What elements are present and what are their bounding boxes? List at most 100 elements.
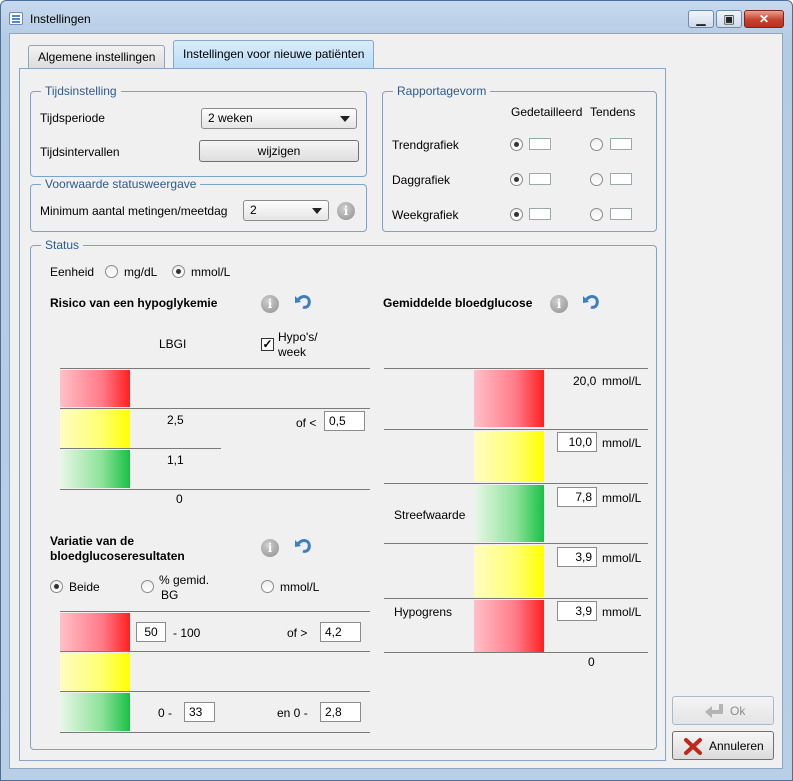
unit-mgdl-radio[interactable]: [105, 265, 118, 278]
hypos-threshold-input[interactable]: 0,5: [324, 411, 365, 431]
hypos-checkbox[interactable]: ✓: [261, 338, 274, 351]
pct-high-input[interactable]: 50: [136, 622, 166, 642]
group-title-voorwaarde: Voorwaarde statusweergave: [41, 177, 201, 191]
divider: [384, 543, 648, 544]
trendgrafiek-tendens-radio[interactable]: [590, 138, 603, 151]
variatie-pct-label-2: BG: [161, 588, 179, 602]
trendgrafiek-detail-radio[interactable]: [510, 138, 523, 151]
bg-value-4-input[interactable]: 3,9: [557, 547, 597, 567]
group-title-status: Status: [41, 238, 84, 252]
min-metingen-value: 2: [250, 203, 257, 217]
title-bar: Instellingen ▁ ▣ ✕: [1, 1, 792, 35]
tendens-graph-icon: [610, 138, 632, 150]
maximize-icon: ▣: [723, 12, 735, 26]
min-metingen-select[interactable]: 2: [243, 200, 329, 221]
weekgrafiek-detail-radio[interactable]: [510, 208, 523, 221]
tijdsperiode-select[interactable]: 2 weken: [201, 108, 357, 129]
bg-value-3-input[interactable]: 7,8: [557, 487, 597, 507]
info-icon[interactable]: i: [337, 202, 355, 220]
hypo-title: Risico van een hypoglykemie: [50, 296, 218, 310]
bg-unit-4: mmol/L: [602, 551, 642, 565]
group-status: Status Eenheid mg/dL mmol/L Risico van e…: [30, 238, 657, 750]
cancel-button[interactable]: Annuleren: [672, 731, 774, 760]
bg-low-bar: [474, 600, 544, 652]
tab-panel: Tijdsinstelling Tijdsperiode 2 weken Tij…: [19, 68, 666, 761]
maximize-button[interactable]: ▣: [716, 10, 742, 28]
bg-top-value: 20,0: [573, 374, 597, 388]
info-icon[interactable]: i: [261, 295, 279, 313]
bg-unit-1: mmol/L: [602, 374, 642, 388]
tijdsintervallen-label: Tijdsintervallen: [40, 145, 120, 159]
unit-mgdl-label: mg/dL: [124, 265, 158, 279]
divider: [384, 368, 648, 369]
of-gt-label: of >: [287, 626, 308, 640]
divider: [60, 611, 370, 612]
group-voorwaarde: Voorwaarde statusweergave Minimum aantal…: [30, 177, 367, 232]
mmol-high-input[interactable]: 4,2: [320, 622, 361, 642]
trendgrafiek-label: Trendgrafiek: [392, 138, 459, 152]
pct-high-suffix: - 100: [173, 626, 201, 640]
min-metingen-label: Minimum aantal metingen/meetdag: [40, 204, 228, 218]
mmol-low-input[interactable]: 2,8: [320, 702, 361, 722]
unit-mmol-radio[interactable]: [172, 265, 185, 278]
bg-value-5-input[interactable]: 3,9: [557, 601, 597, 621]
divider: [384, 429, 648, 430]
bg-zero: 0: [588, 655, 595, 669]
eenheid-label: Eenheid: [50, 265, 95, 279]
info-icon[interactable]: i: [550, 295, 568, 313]
detail-graph-icon: [529, 173, 551, 185]
variatie-mid-bar: [60, 653, 130, 691]
divider: [60, 691, 370, 692]
pct-low-input[interactable]: 33: [184, 702, 215, 722]
bg-unit-3: mmol/L: [602, 491, 642, 505]
ok-button[interactable]: Ok: [672, 696, 774, 725]
variatie-beide-radio[interactable]: [50, 580, 63, 593]
close-button[interactable]: ✕: [744, 10, 784, 28]
close-icon: ✕: [758, 12, 770, 26]
detail-graph-icon: [529, 138, 551, 150]
info-icon[interactable]: i: [261, 539, 279, 557]
variatie-high-bar: [60, 613, 130, 651]
variatie-pct-radio[interactable]: [141, 580, 154, 593]
col-gedetailleerd: Gedetailleerd: [511, 105, 583, 119]
tab-algemene-instellingen[interactable]: Algemene instellingen: [28, 45, 166, 69]
risk-mid-bar: [60, 410, 130, 448]
bg-value-2-input[interactable]: 10,0: [557, 432, 597, 452]
divider: [60, 368, 370, 369]
group-title-tijdsinstelling: Tijdsinstelling: [41, 84, 121, 98]
weekgrafiek-tendens-radio[interactable]: [590, 208, 603, 221]
daggrafiek-detail-radio[interactable]: [510, 173, 523, 186]
reset-icon[interactable]: [294, 537, 314, 555]
wijzigen-button[interactable]: wijzigen: [199, 140, 359, 162]
variatie-low-bar: [60, 693, 130, 731]
divider: [60, 489, 370, 490]
weekgrafiek-label: Weekgrafiek: [392, 208, 459, 222]
minimize-button[interactable]: ▁: [688, 10, 714, 28]
variatie-mmol-radio[interactable]: [261, 580, 274, 593]
tijdsperiode-label: Tijdsperiode: [40, 111, 105, 125]
divider: [384, 652, 648, 653]
tab-nieuwe-patienten[interactable]: Instellingen voor nieuwe patiënten: [173, 40, 375, 69]
daggrafiek-tendens-radio[interactable]: [590, 173, 603, 186]
hypogrens-label: Hypogrens: [394, 605, 453, 619]
divider: [384, 483, 648, 484]
ok-label: Ok: [730, 704, 746, 718]
window-icon: [9, 12, 23, 25]
bg-target-bar: [474, 485, 544, 542]
variatie-title-2: bloedglucoseresultaten: [50, 549, 185, 563]
lbgi-low-value: 1,1: [167, 453, 184, 467]
of-lt-label: of <: [296, 416, 317, 430]
minimize-icon: ▁: [696, 12, 706, 26]
tijdsperiode-value: 2 weken: [208, 111, 253, 125]
reset-icon[interactable]: [294, 293, 314, 311]
bg-mid-low-bar: [474, 545, 544, 597]
lbgi-high-value: 2,5: [167, 413, 184, 427]
divider: [60, 651, 370, 652]
risk-low-bar: [60, 450, 130, 488]
unit-mmol-label: mmol/L: [191, 265, 231, 279]
cancel-x-icon: [684, 738, 702, 755]
reset-icon[interactable]: [582, 293, 602, 311]
tendens-graph-icon: [610, 208, 632, 220]
bg-unit-2: mmol/L: [602, 436, 642, 450]
en-label: en 0 -: [277, 706, 308, 720]
